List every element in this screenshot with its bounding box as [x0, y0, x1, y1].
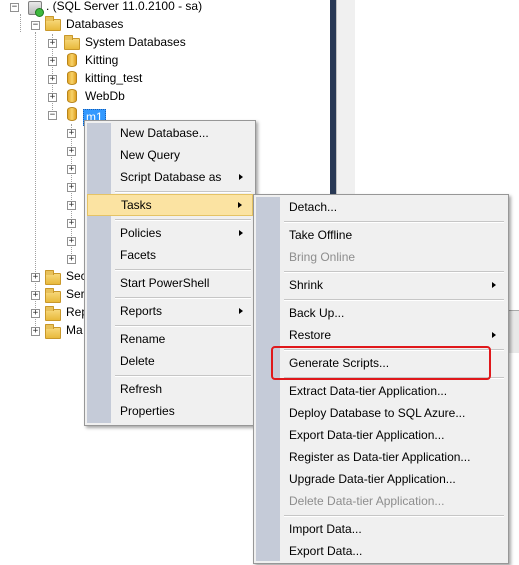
- server-icon: [28, 1, 44, 17]
- database-icon: [67, 53, 77, 67]
- menu-separator: [115, 375, 251, 377]
- expand-child-toggle[interactable]: +: [67, 255, 76, 264]
- menu-item-label: Script Database as: [120, 170, 222, 184]
- db-kitting-test-label[interactable]: kitting_test: [85, 71, 142, 85]
- database-icon: [67, 107, 77, 121]
- menu-item-bring-online: Bring Online: [289, 250, 356, 264]
- database-context-menu: New Database... New Query Script Databas…: [84, 120, 256, 426]
- expand-system-databases-toggle[interactable]: +: [48, 39, 57, 48]
- submenu-arrow-icon: [238, 202, 242, 208]
- menu-item-register-data-tier[interactable]: Register as Data-tier Application...: [256, 446, 506, 468]
- menu-item-label: Reports: [120, 304, 163, 318]
- expand-kitting-test-toggle[interactable]: +: [48, 75, 57, 84]
- folder-icon: [45, 306, 61, 321]
- system-databases-node-label[interactable]: System Databases: [85, 35, 186, 49]
- menu-separator: [115, 191, 251, 193]
- expand-child-toggle[interactable]: +: [67, 183, 76, 192]
- collapse-m1-toggle[interactable]: −: [48, 111, 57, 120]
- tree-guide-line: [35, 32, 36, 332]
- menu-item-restore[interactable]: Restore: [256, 324, 506, 346]
- menu-item-start-powershell[interactable]: Start PowerShell: [87, 272, 253, 294]
- menu-item-shrink[interactable]: Shrink: [256, 274, 506, 296]
- menu-separator: [115, 269, 251, 271]
- menu-item-import-data[interactable]: Import Data...: [256, 518, 506, 540]
- expand-child-toggle[interactable]: +: [67, 129, 76, 138]
- expand-server-objects-toggle[interactable]: +: [31, 291, 40, 300]
- menu-item-extract-data-tier[interactable]: Extract Data-tier Application...: [256, 380, 506, 402]
- menu-item-detach[interactable]: Detach...: [256, 196, 506, 218]
- menu-item-script-database-as[interactable]: Script Database as: [87, 166, 253, 188]
- folder-icon: [45, 288, 61, 303]
- submenu-arrow-icon: [492, 282, 496, 288]
- menu-item-policies[interactable]: Policies: [87, 222, 253, 244]
- expand-kitting-toggle[interactable]: +: [48, 57, 57, 66]
- menu-item-label: Shrink: [289, 278, 324, 292]
- databases-node-label[interactable]: Databases: [66, 17, 123, 31]
- annotation-highlight-box: [271, 346, 491, 380]
- submenu-arrow-icon: [239, 230, 243, 236]
- menu-item-delete[interactable]: Delete: [87, 350, 253, 372]
- document-pane: [336, 0, 355, 195]
- menu-item-tasks[interactable]: Tasks: [87, 194, 253, 216]
- menu-item-reports[interactable]: Reports: [87, 300, 253, 322]
- folder-icon: [45, 324, 61, 339]
- expand-webdb-toggle[interactable]: +: [48, 93, 57, 102]
- menu-item-delete-data-tier: Delete Data-tier Application...: [289, 494, 445, 508]
- db-webdb-label[interactable]: WebDb: [85, 89, 125, 103]
- menu-item-label: Restore: [289, 328, 332, 342]
- expand-child-toggle[interactable]: +: [67, 147, 76, 156]
- database-icon: [67, 71, 77, 85]
- db-kitting-label[interactable]: Kitting: [85, 53, 118, 67]
- menu-item-upgrade-data-tier[interactable]: Upgrade Data-tier Application...: [256, 468, 506, 490]
- folder-icon: [45, 16, 61, 31]
- menu-separator: [284, 271, 504, 273]
- folder-icon: [64, 35, 80, 50]
- menu-separator: [115, 325, 251, 327]
- tree-guide-line: [20, 14, 21, 32]
- expand-management-toggle[interactable]: +: [31, 327, 40, 336]
- menu-separator: [284, 221, 504, 223]
- database-icon: [67, 89, 77, 103]
- collapse-server-toggle[interactable]: −: [10, 3, 19, 12]
- menu-separator: [115, 297, 251, 299]
- expand-child-toggle[interactable]: +: [67, 237, 76, 246]
- menu-item-facets[interactable]: Facets: [87, 244, 253, 266]
- menu-separator: [284, 299, 504, 301]
- menu-item-export-data-tier[interactable]: Export Data-tier Application...: [256, 424, 506, 446]
- expand-child-toggle[interactable]: +: [67, 201, 76, 210]
- collapse-databases-toggle[interactable]: −: [31, 21, 40, 30]
- submenu-arrow-icon: [239, 174, 243, 180]
- expand-child-toggle[interactable]: +: [67, 219, 76, 228]
- menu-separator: [284, 515, 504, 517]
- server-node-label[interactable]: . (SQL Server 11.0.2100 - sa): [46, 0, 202, 13]
- expand-replication-toggle[interactable]: +: [31, 309, 40, 318]
- menu-item-label: Policies: [120, 226, 162, 240]
- menu-item-back-up[interactable]: Back Up...: [256, 302, 506, 324]
- menu-item-take-offline[interactable]: Take Offline: [256, 224, 506, 246]
- menu-item-new-database[interactable]: New Database...: [87, 122, 253, 144]
- menu-item-refresh[interactable]: Refresh: [87, 378, 253, 400]
- menu-item-deploy-sql-azure[interactable]: Deploy Database to SQL Azure...: [256, 402, 506, 424]
- menu-item-new-query[interactable]: New Query: [87, 144, 253, 166]
- management-node-label[interactable]: Ma: [66, 323, 83, 337]
- menu-item-rename[interactable]: Rename: [87, 328, 253, 350]
- menu-item-export-data[interactable]: Export Data...: [256, 540, 506, 562]
- folder-icon: [45, 270, 61, 285]
- menu-separator: [115, 219, 251, 221]
- menu-item-properties[interactable]: Properties: [87, 400, 253, 422]
- expand-child-toggle[interactable]: +: [67, 165, 76, 174]
- submenu-arrow-icon: [492, 332, 496, 338]
- submenu-arrow-icon: [239, 308, 243, 314]
- menu-item-label: Tasks: [121, 198, 152, 212]
- expand-security-toggle[interactable]: +: [31, 273, 40, 282]
